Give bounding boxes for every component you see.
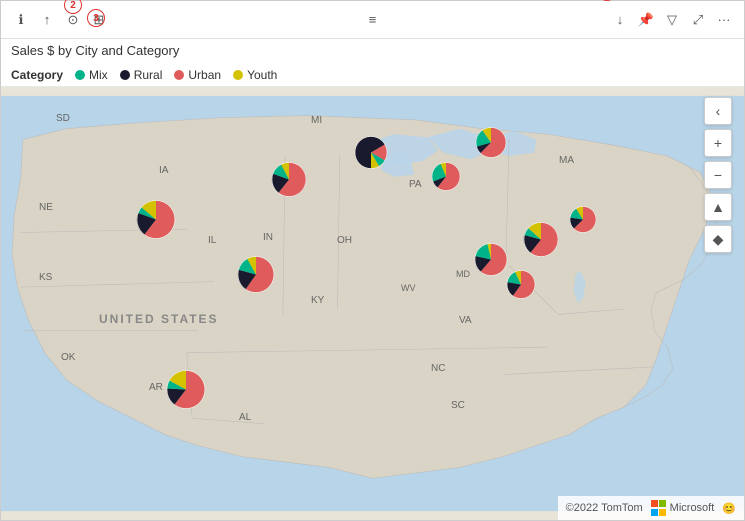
up-icon[interactable]: ↑: [37, 10, 57, 30]
mix-label: Mix: [89, 68, 108, 82]
legend-item-urban: Urban: [174, 68, 221, 82]
map-area[interactable]: SD NE KS OK AR AL IA IL IN OH PA MI NJ M…: [1, 87, 744, 520]
urban-label: Urban: [188, 68, 221, 82]
youth-dot: [233, 70, 243, 80]
youth-label: Youth: [247, 68, 277, 82]
resize-icon[interactable]: ⤢: [688, 10, 708, 30]
info-icon[interactable]: ℹ: [11, 10, 31, 30]
ms-sq-4: [659, 509, 666, 516]
pie-nyc: [474, 126, 508, 165]
pan-button[interactable]: ‹: [704, 97, 732, 125]
microsoft-text: Microsoft: [670, 502, 715, 514]
menu-icon[interactable]: ≡: [363, 10, 383, 30]
map-footer: ©2022 TomTom Microsoft 😊: [558, 496, 744, 520]
north-button[interactable]: ▲: [704, 193, 732, 221]
locate-button[interactable]: ◆: [704, 225, 732, 253]
more-icon[interactable]: ···: [714, 10, 734, 30]
mix-dot: [75, 70, 85, 80]
download-icon[interactable]: ↓: [610, 10, 630, 30]
pie-baltimore: [505, 269, 537, 306]
pie-chicago: [269, 160, 309, 205]
zoom-out-button[interactable]: −: [704, 161, 732, 189]
ms-squares: [651, 500, 667, 516]
legend: Category Mix Rural Urban Youth: [1, 64, 744, 87]
zoom-in-button[interactable]: +: [704, 129, 732, 157]
annotation-3: 3: [87, 9, 105, 27]
ms-sq-3: [651, 509, 658, 516]
urban-dot: [174, 70, 184, 80]
pie-ct: [568, 205, 598, 240]
pie-boston: [522, 221, 560, 264]
chart-header: Sales $ by City and Category: [1, 39, 744, 64]
main-container: ℹ ↑ ⊙ ⊞ ≡ ↓ 📌 ▽ ⤢ ··· 1 2 3 Sales $ by C…: [0, 0, 745, 521]
toolbar-right: ↓ 📌 ▽ ⤢ ···: [610, 10, 734, 30]
chart-title: Sales $ by City and Category: [11, 43, 734, 58]
emoji-icon[interactable]: 😊: [722, 502, 736, 515]
rural-label: Rural: [134, 68, 163, 82]
legend-label: Category: [11, 68, 63, 82]
microsoft-logo: Microsoft: [651, 500, 715, 516]
toolbar: ℹ ↑ ⊙ ⊞ ≡ ↓ 📌 ▽ ⤢ ··· 1 2 3: [1, 1, 744, 39]
rural-dot: [120, 70, 130, 80]
pie-detroit: [353, 135, 389, 176]
pie-pittsburgh: [430, 161, 462, 198]
pie-indianapolis: [236, 255, 276, 300]
filter-icon[interactable]: ▽: [662, 10, 682, 30]
ms-sq-2: [659, 500, 666, 507]
pie-nashville: [165, 369, 207, 416]
legend-item-youth: Youth: [233, 68, 277, 82]
legend-item-mix: Mix: [75, 68, 108, 82]
legend-item-rural: Rural: [120, 68, 163, 82]
pie-iowa: [135, 199, 177, 246]
pin-icon[interactable]: 📌: [636, 10, 656, 30]
pie-dc: [473, 242, 509, 283]
map-controls: ‹ + − ▲ ◆: [704, 97, 732, 253]
toolbar-center: ≡: [363, 10, 383, 30]
copyright-text: ©2022 TomTom: [566, 502, 643, 514]
ms-sq-1: [651, 500, 658, 507]
annotation-1: 1: [598, 0, 616, 1]
